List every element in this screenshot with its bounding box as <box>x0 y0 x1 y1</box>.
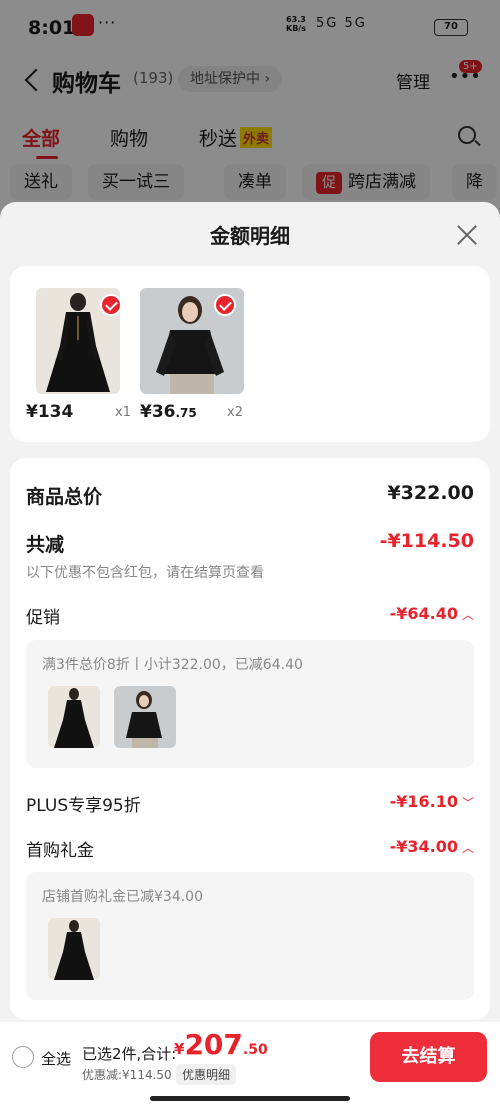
select-all-label[interactable]: 全选 <box>41 1048 71 1069</box>
product-qty: x2 <box>227 405 243 420</box>
total-label: 商品总价 <box>26 486 103 508</box>
gift-detail-text: 店铺首购礼金已减¥34.00 <box>42 889 203 905</box>
chevron-down-icon: ﹀ <box>461 796 474 810</box>
promo-label: 促销 <box>26 608 60 628</box>
chevron-up-icon: ︿ <box>461 841 474 855</box>
amount-detail-sheet: 金额明细 ¥134 x1 ¥36.75 x2 商品总价 ¥322.00 共减 -… <box>0 202 500 1111</box>
promo-value-toggle[interactable]: -¥64.40 ︿ <box>390 604 474 623</box>
plus-label: PLUS专享95折 <box>26 796 141 816</box>
gift-label: 首购礼金 <box>26 841 94 861</box>
discount-detail-button[interactable]: 优惠明细 <box>176 1064 237 1085</box>
plus-value-toggle[interactable]: -¥16.10 ﹀ <box>390 792 474 811</box>
home-indicator[interactable] <box>150 1096 350 1101</box>
saved-amount: 优惠减:¥114.50 <box>82 1068 172 1082</box>
gift-value-toggle[interactable]: -¥34.00 ︿ <box>390 837 474 856</box>
total-value: ¥322.00 <box>387 482 474 504</box>
promo-detail-box: 满3件总价8折丨小计322.00，已减64.40 <box>26 640 474 768</box>
promo-thumb-top[interactable] <box>114 686 176 748</box>
checkout-button[interactable]: 去结算 <box>370 1032 487 1082</box>
product-price: ¥36.75 <box>140 402 197 422</box>
gift-detail-box: 店铺首购礼金已减¥34.00 <box>26 872 474 1000</box>
product-check-icon[interactable] <box>214 294 236 316</box>
reduce-label: 共减 <box>26 534 65 556</box>
product-qty: x1 <box>115 405 131 420</box>
selected-summary: 已选2件,合计: <box>82 1045 177 1063</box>
total-amount: ¥207.50 <box>174 1028 268 1061</box>
product-check-icon[interactable] <box>100 294 122 316</box>
promo-detail-text: 满3件总价8折丨小计322.00，已减64.40 <box>42 657 303 673</box>
product-price: ¥134 <box>26 402 74 422</box>
close-icon[interactable] <box>456 224 478 246</box>
reduce-value: -¥114.50 <box>379 530 474 552</box>
sheet-title: 金额明细 <box>210 224 290 248</box>
reduce-note: 以下优惠不包含红包，请在结算页查看 <box>26 565 264 581</box>
gift-thumb-dress[interactable] <box>48 918 100 980</box>
promo-thumb-dress[interactable] <box>48 686 100 748</box>
chevron-up-icon: ︿ <box>461 608 474 622</box>
select-all-radio[interactable] <box>12 1046 34 1068</box>
selected-products-card: ¥134 x1 ¥36.75 x2 <box>10 266 490 442</box>
price-breakdown-card: 商品总价 ¥322.00 共减 -¥114.50 以下优惠不包含红包，请在结算页… <box>10 458 490 1020</box>
